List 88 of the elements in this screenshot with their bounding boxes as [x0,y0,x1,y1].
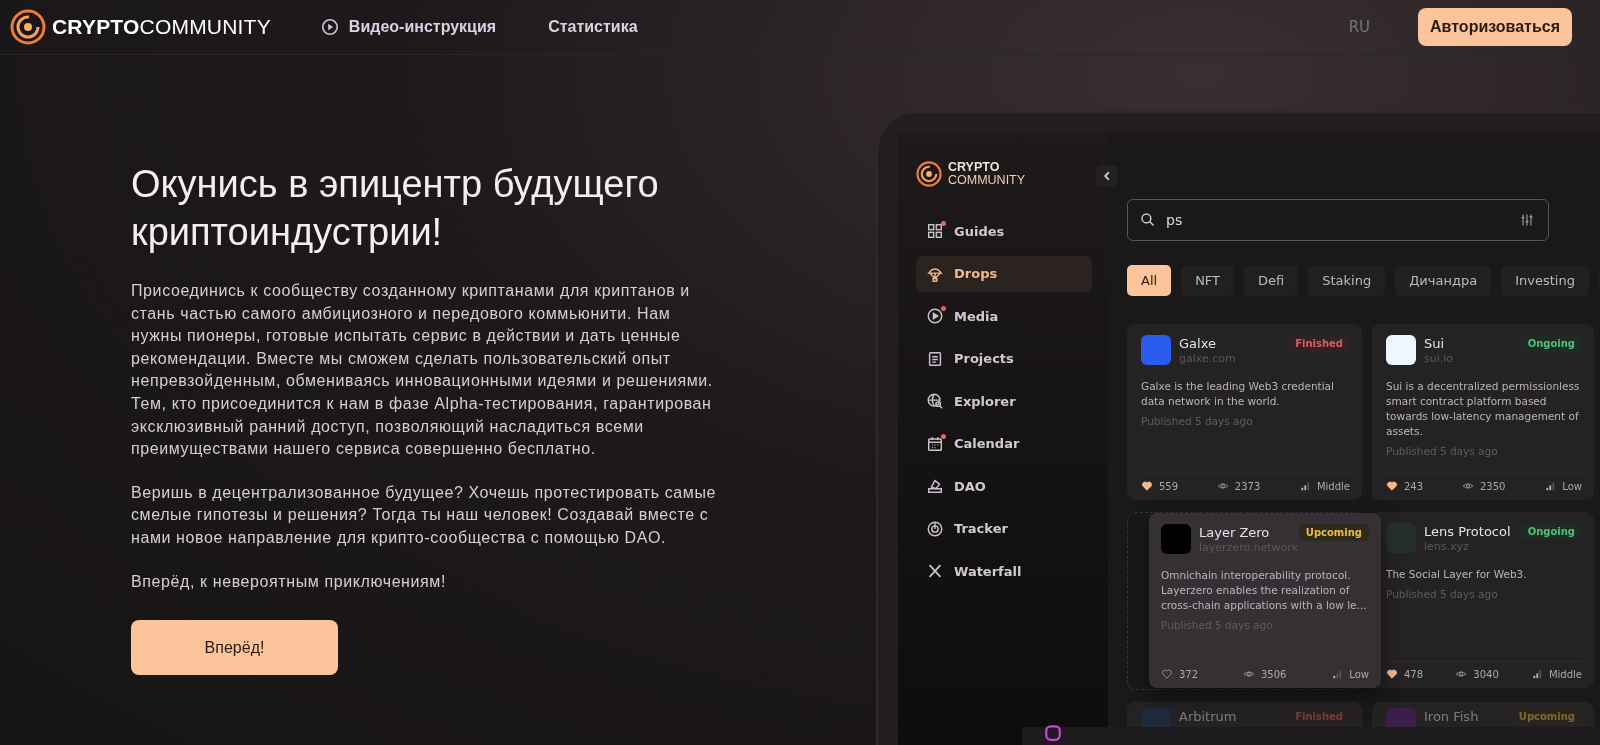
heart-icon[interactable] [1386,668,1398,680]
hero-paragraph: Присоединись к сообществу созданному криптанами для криптанов и стань частью самого амбициозного и передового коммьюнити. Нам нужны пионеры, готовые испытать сервис в действии и дать ценные рекомендации. Вместе мы сможем сделать пользовательский опыт непревзойденным, обмениваясь инновационными идеями и решениями. Тем, кто присоединится к нам в фазе Alpha-тестирования, гарантирован эксклюзивный ранний доступ, позволяющий насладиться всеми преимуществами нашего сервиса совершенно бесплатно. [131,281,714,460]
published-date: Published 5 days ago [1141,415,1254,427]
search-icon [1140,212,1156,228]
project-card[interactable]: Galxe Finished galxe.com Galxe is the leading Web3 credential data network in the world. Published 5 days ago 559 2373 Middle [1127,324,1362,500]
sidebar-item[interactable]: Projects [916,340,1092,377]
sidebar-item[interactable]: Explorer [916,383,1092,419]
sidebar-item[interactable]: Calendar [916,425,1092,462]
project-name: Sui [1424,335,1445,352]
forward-button[interactable]: Вперёд! [131,620,338,676]
nav-link[interactable]: Видео-инструкция [320,18,497,36]
signal-bars-icon [1530,668,1543,680]
like-count: 478 [1404,668,1424,680]
logo-text: CRYPTO COMMUNITY [948,161,1026,187]
sidebar-item[interactable]: Drops [916,255,1092,292]
activity-level: Middle [1316,480,1350,492]
filter-chip[interactable]: Дичандра [1395,265,1492,296]
filter-sliders-icon[interactable] [1519,212,1535,228]
sidebar-item[interactable]: Tracker [916,510,1092,547]
filter-chip[interactable]: All [1127,265,1172,296]
project-name: Arbitrum [1179,708,1238,725]
sidebar-item[interactable]: Guides [916,213,1092,249]
view-count: 2350 [1479,480,1506,492]
view-count: 3040 [1473,668,1499,680]
sidebar-icon [926,477,944,495]
activity-level: Middle [1548,668,1582,680]
project-card[interactable]: Arbitrum Finished [1127,702,1362,728]
sidebar-item[interactable]: DAO [916,468,1092,504]
sidebar-icon [926,434,944,453]
published-date: Published 5 days ago [1386,588,1499,600]
filter-chip[interactable]: Investing [1501,265,1589,296]
eye-icon [1216,480,1229,492]
project-name: Layer Zero [1199,524,1270,541]
logo-text[interactable]: CRYPTOCOMMUNITY [52,15,271,39]
activity-level: Low [1349,668,1369,680]
activity-level: Low [1562,480,1582,492]
view-count: 2373 [1234,480,1261,492]
eye-icon [1461,480,1474,492]
published-date: Published 5 days ago [1386,445,1499,457]
signal-bars-icon [1298,480,1311,492]
logo-icon [10,9,46,45]
eye-icon [1455,668,1468,680]
like-count: 559 [1159,480,1179,492]
sidebar-icon [926,307,944,325]
logo-icon [916,161,942,187]
project-domain: sui.io [1424,352,1455,366]
heart-icon[interactable] [1386,480,1398,492]
filter-chip[interactable]: Defi [1244,265,1299,296]
search-field[interactable]: ps [1127,199,1549,241]
project-name: Lens Protocol [1424,523,1511,540]
like-count: 243 [1404,480,1424,492]
project-card[interactable]: Sui Ongoing sui.io Sui is a decentralized permissionless smart contract platform based towards low-latency management of assets. Published 5 days ago 243 2350 Low [1372,324,1594,500]
sidebar-item[interactable]: Media [916,298,1092,334]
hero-paragraph: Веришь в децентрализованное будущее? Хочешь протестировать самые смелые гипотезы и решения? Тогда ты наш человек! Создавай вместе с нами новое направление для крипто-сообщества с помощью DAO. [131,482,718,548]
project-domain: galxe.com [1179,352,1237,366]
hero-paragraph: Вперёд, к невероятным приключениям! [131,571,447,592]
heart-icon[interactable] [1141,480,1153,492]
project-description: Omnichain interoperability protocol. Layerzero enables the realization of cross-chain applications with a low le... [1161,568,1368,613]
app-icon[interactable] [1044,724,1062,742]
project-description: Galxe is the leading Web3 credential data network in the world. [1141,379,1335,409]
signal-bars-icon [1331,668,1344,680]
hero-title: Окунись в эпицентр будущего криптоиндустрии! [131,162,660,255]
sidebar-icon [926,392,944,410]
sidebar-icon [926,222,944,240]
sidebar-icon [926,562,944,580]
project-name: Galxe [1179,335,1216,352]
nav-link[interactable]: Статистика [548,18,638,36]
sidebar-icon [926,349,944,368]
status-badge: Upcoming [1298,524,1369,541]
sidebar-item[interactable]: Waterfall [916,553,1092,589]
view-count: 3506 [1260,668,1287,680]
play-icon [320,18,339,36]
filter-chip[interactable]: Staking [1308,265,1386,296]
login-button[interactable]: Авторизоваться [1418,8,1572,46]
signal-bars-icon [1544,480,1557,492]
like-count: 372 [1179,668,1199,680]
status-badge: Ongoing [1520,523,1582,540]
project-name: Iron Fish [1424,708,1480,725]
status-badge: Finished [1288,335,1350,352]
filter-chip[interactable]: NFT [1181,265,1235,296]
status-badge: Upcoming [1511,708,1582,725]
project-card[interactable]: Iron Fish Upcoming [1372,702,1594,728]
project-description: The Social Layer for Web3. [1386,567,1528,582]
collapse-button[interactable] [1096,165,1118,187]
status-badge: Ongoing [1520,335,1582,352]
eye-icon [1242,668,1255,680]
project-description: Sui is a decentralized permissionless smart contract platform based towards low-latency management of assets. [1386,379,1581,439]
sidebar-icon [926,519,944,538]
